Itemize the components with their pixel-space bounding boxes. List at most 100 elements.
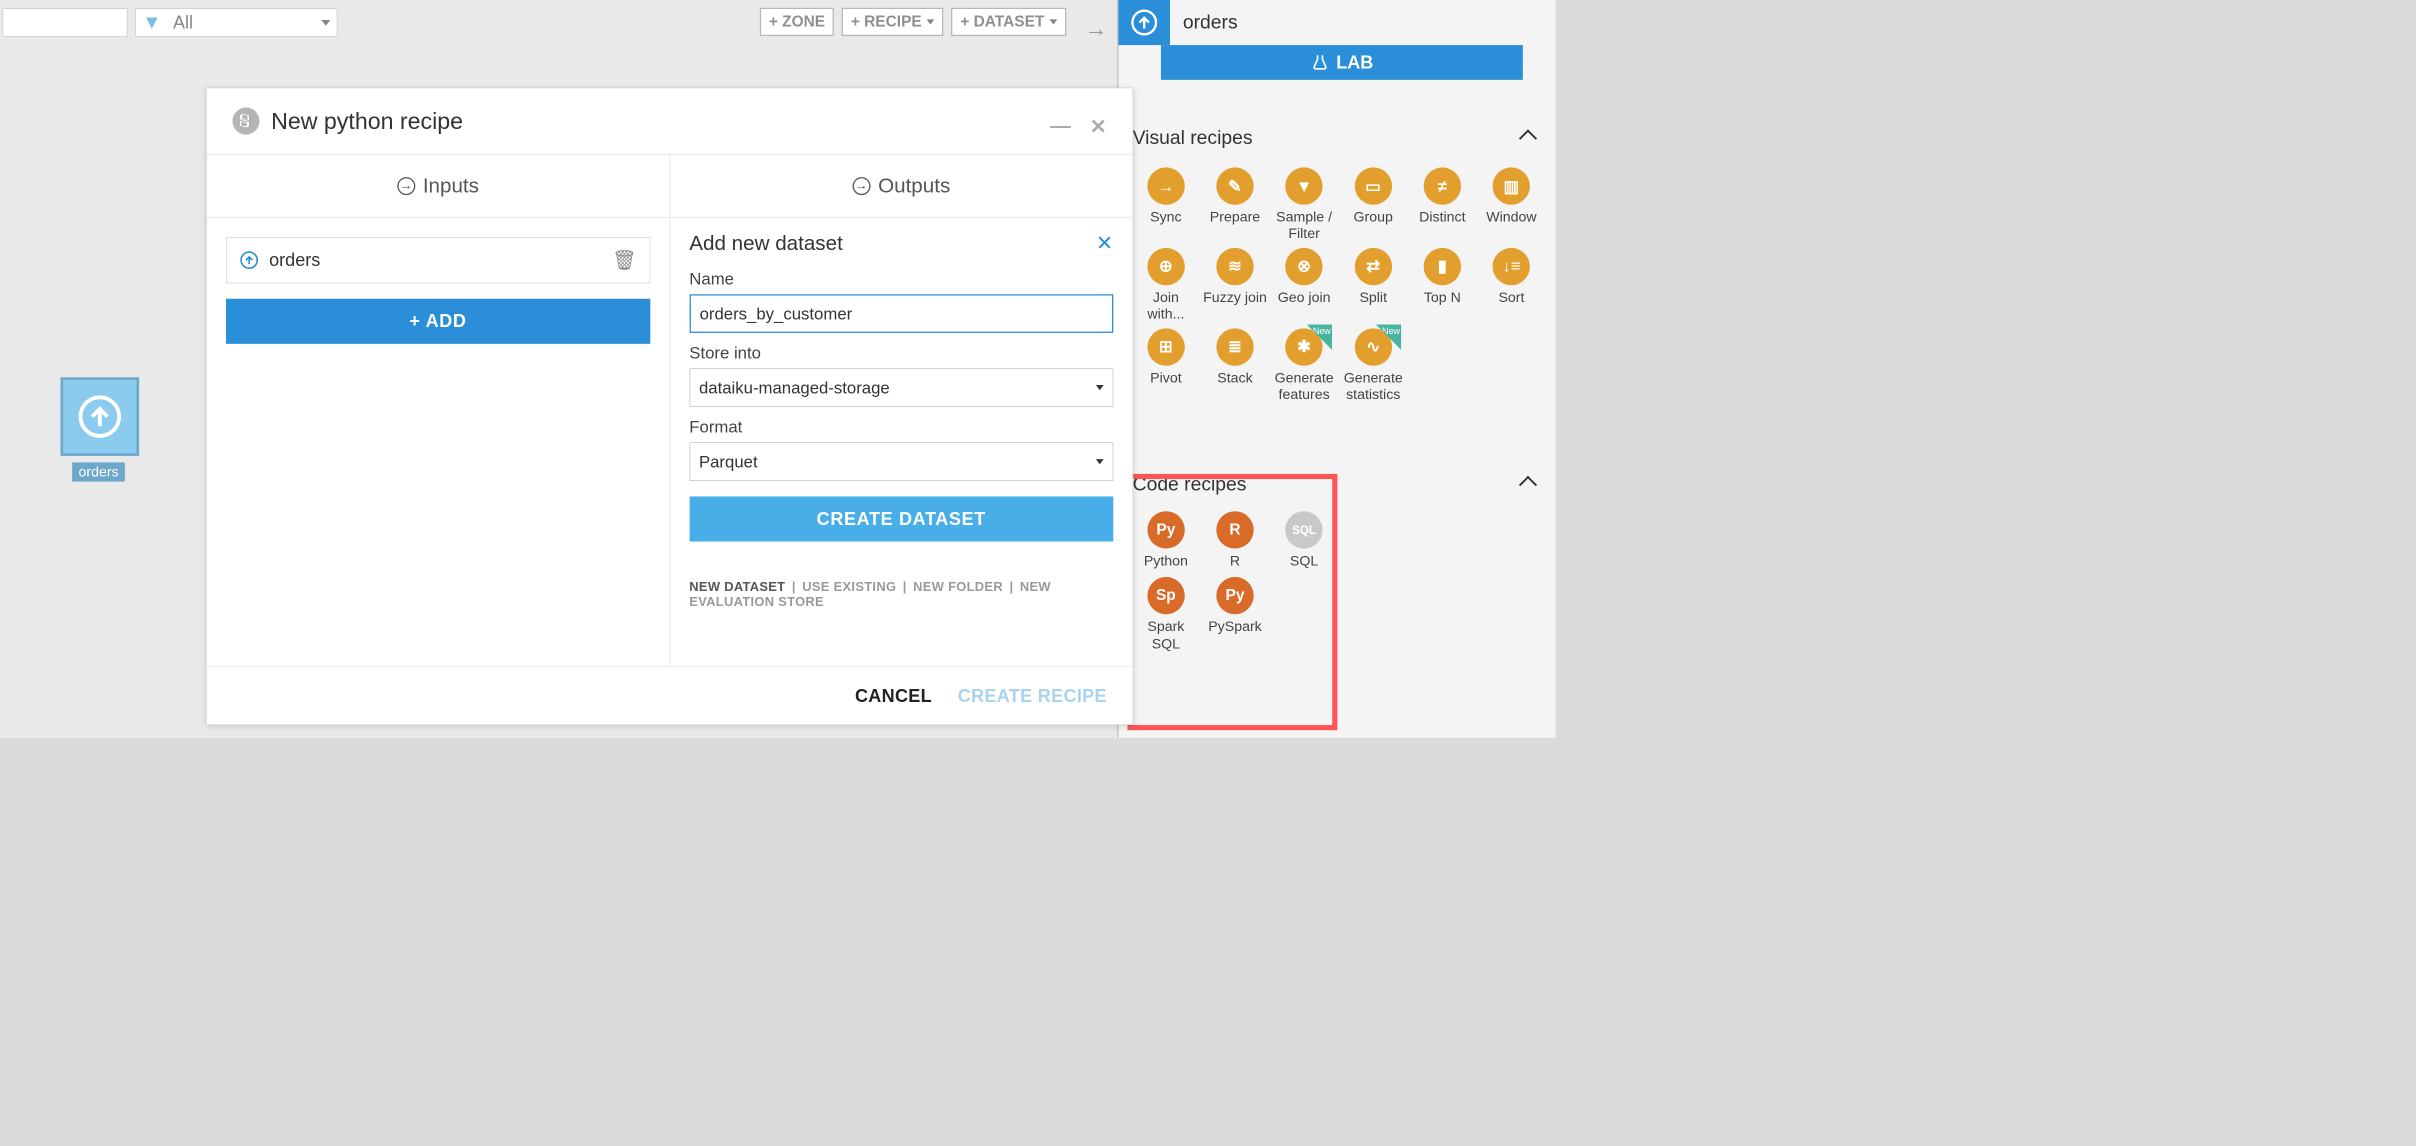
code-recipe-python[interactable]: PyPython bbox=[1133, 511, 1200, 569]
code-recipe-spark-sql[interactable]: Sp Spark SQL bbox=[1133, 577, 1200, 652]
use-existing-link[interactable]: USE EXISTING bbox=[802, 580, 896, 594]
modal-title: New python recipe bbox=[271, 108, 463, 135]
recipe-stack[interactable]: ≣ Stack bbox=[1202, 328, 1269, 403]
add-dataset-title: Add new dataset bbox=[689, 231, 842, 255]
recipe-label: Spark SQL bbox=[1133, 618, 1200, 652]
outputs-header: → Outputs bbox=[670, 155, 1133, 218]
recipe-sync[interactable]: → Sync bbox=[1133, 167, 1200, 242]
visual-recipes-title[interactable]: Visual recipes bbox=[1133, 127, 1545, 149]
recipe-icon: ⊕ bbox=[1147, 248, 1184, 285]
code-recipe-pyspark[interactable]: Py PySpark bbox=[1202, 577, 1269, 652]
recipe-fuzzy-join[interactable]: ≋ Fuzzy join bbox=[1202, 248, 1269, 323]
recipe-icon: ⊞ bbox=[1147, 328, 1184, 365]
format-label: Format bbox=[689, 417, 1113, 437]
name-input[interactable] bbox=[689, 294, 1113, 333]
code-recipe-r[interactable]: RR bbox=[1202, 511, 1269, 569]
store-label: Store into bbox=[689, 343, 1113, 363]
create-dataset-button[interactable]: CREATE DATASET bbox=[689, 496, 1113, 541]
recipe-label: Fuzzy join bbox=[1203, 289, 1267, 306]
recipe-label: Group bbox=[1354, 209, 1393, 226]
recipe-label: PySpark bbox=[1208, 618, 1262, 635]
inputs-column: → Inputs orders 🗑 + ADD bbox=[207, 155, 670, 725]
side-header: orders bbox=[1118, 0, 1555, 45]
code-recipe-sql[interactable]: SQLSQL bbox=[1271, 511, 1338, 569]
recipe-icon: ↓≡ bbox=[1493, 248, 1530, 285]
modal-footer: CANCEL CREATE RECIPE bbox=[207, 666, 1133, 724]
recipe-icon: ▭ bbox=[1355, 167, 1392, 204]
recipe-icon: SQL bbox=[1285, 511, 1322, 548]
upload-icon bbox=[1130, 8, 1158, 36]
recipe-label: Top N bbox=[1424, 289, 1461, 306]
recipe-pivot[interactable]: ⊞ Pivot bbox=[1133, 328, 1200, 403]
recipe-icon: R bbox=[1216, 511, 1253, 548]
close-button[interactable]: ✕ bbox=[1090, 114, 1107, 138]
recipe-distinct[interactable]: ≠Distinct bbox=[1409, 167, 1476, 242]
input-arrow-icon: → bbox=[397, 177, 415, 195]
chevron-up-icon bbox=[1519, 129, 1537, 147]
recipe-generate-features[interactable]: ✱Generate featuresNew bbox=[1271, 328, 1338, 403]
microscope-icon bbox=[1310, 53, 1329, 72]
close-icon[interactable]: ✕ bbox=[1096, 231, 1113, 255]
output-arrow-icon: → bbox=[852, 177, 870, 195]
recipe-label: Geo join bbox=[1278, 289, 1331, 306]
recipe-geo-join[interactable]: ⊗ Geo join bbox=[1271, 248, 1338, 323]
recipe-icon: Py bbox=[1216, 577, 1253, 614]
minimize-button[interactable]: — bbox=[1050, 114, 1071, 138]
recipe-generate-statistics[interactable]: ∿Generate statisticsNew bbox=[1340, 328, 1407, 403]
recipe-prepare[interactable]: ✎ Prepare bbox=[1202, 167, 1269, 242]
recipe-label: Generate statistics bbox=[1340, 369, 1407, 403]
modal-body: → Inputs orders 🗑 + ADD → Outputs Add ne… bbox=[207, 155, 1133, 725]
dataset-name: orders bbox=[1183, 12, 1238, 34]
store-select[interactable]: dataiku-managed-storage bbox=[689, 368, 1113, 407]
chevron-down-icon bbox=[1096, 459, 1104, 464]
recipe-label: Split bbox=[1359, 289, 1387, 306]
visual-recipes-section: Visual recipes → Sync ✎ Prepare ▼ Sample / Fi… bbox=[1133, 127, 1545, 403]
python-icon bbox=[232, 108, 259, 135]
add-dataset-header: Add new dataset ✕ bbox=[670, 218, 1133, 262]
recipe-label: Sample / Filter bbox=[1271, 209, 1338, 243]
format-select[interactable]: Parquet bbox=[689, 442, 1113, 481]
recipe-label: Generate features bbox=[1271, 369, 1338, 403]
recipe-icon: ≋ bbox=[1216, 248, 1253, 285]
recipe-sort[interactable]: ↓≡ Sort bbox=[1478, 248, 1545, 323]
recipe-icon: ⇄ bbox=[1355, 248, 1392, 285]
cancel-button[interactable]: CANCEL bbox=[855, 685, 932, 706]
new-folder-link[interactable]: NEW FOLDER bbox=[913, 580, 1003, 594]
create-recipe-button[interactable]: CREATE RECIPE bbox=[958, 685, 1107, 706]
code-recipes-section: Code recipes PyPythonRRSQLSQL Sp Spark SQL… bbox=[1133, 474, 1545, 652]
lab-button[interactable]: LAB bbox=[1161, 45, 1523, 80]
recipe-icon: ⊗ bbox=[1285, 248, 1322, 285]
recipe-icon: Sp bbox=[1147, 577, 1184, 614]
format-field-group: Format Parquet bbox=[670, 410, 1133, 484]
new-dataset-link[interactable]: NEW DATASET bbox=[689, 580, 785, 594]
recipe-icon: ▼ bbox=[1285, 167, 1322, 204]
side-panel: orders LAB Visual recipes → Sync ✎ Prepare ▼… bbox=[1117, 0, 1555, 738]
new-recipe-modal: New python recipe — ✕ → Inputs orders 🗑 … bbox=[206, 88, 1133, 725]
recipe-window[interactable]: ▥Window bbox=[1478, 167, 1545, 242]
trash-icon[interactable]: 🗑 bbox=[612, 249, 637, 272]
recipe-join-with-[interactable]: ⊕ Join with... bbox=[1133, 248, 1200, 323]
code-recipes-title[interactable]: Code recipes bbox=[1133, 474, 1545, 496]
recipe-icon: ▥ bbox=[1493, 167, 1530, 204]
recipe-label: Pivot bbox=[1150, 369, 1182, 386]
recipe-sample-filter[interactable]: ▼ Sample / Filter bbox=[1271, 167, 1338, 242]
recipe-icon: ✎ bbox=[1216, 167, 1253, 204]
recipe-icon: → bbox=[1147, 167, 1184, 204]
recipe-label: Join with... bbox=[1133, 289, 1200, 323]
recipe-label: Sync bbox=[1150, 209, 1182, 226]
recipe-label: Sort bbox=[1498, 289, 1524, 306]
recipe-icon: ≠ bbox=[1424, 167, 1461, 204]
recipe-group[interactable]: ▭ Group bbox=[1340, 167, 1407, 242]
add-input-button[interactable]: + ADD bbox=[226, 299, 650, 344]
upload-icon bbox=[240, 250, 259, 269]
modal-header: New python recipe — ✕ bbox=[207, 88, 1133, 154]
input-dataset-item[interactable]: orders 🗑 bbox=[226, 237, 650, 283]
name-field-group: Name bbox=[670, 261, 1133, 335]
recipe-split[interactable]: ⇄ Split bbox=[1340, 248, 1407, 323]
recipe-label: Prepare bbox=[1210, 209, 1260, 226]
chevron-up-icon bbox=[1519, 476, 1537, 494]
recipe-top-n[interactable]: ▮Top N bbox=[1409, 248, 1476, 323]
creation-mode-links: NEW DATASET | USE EXISTING | NEW FOLDER … bbox=[670, 542, 1133, 617]
recipe-icon: ≣ bbox=[1216, 328, 1253, 365]
recipe-label: Stack bbox=[1217, 369, 1252, 386]
